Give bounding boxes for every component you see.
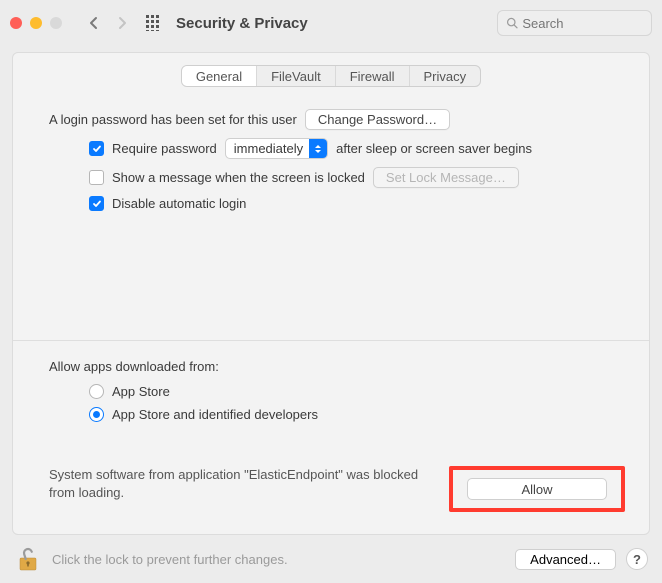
close-window-button[interactable]: [10, 17, 22, 29]
allow-button[interactable]: Allow: [467, 478, 607, 500]
titlebar: Security & Privacy: [0, 0, 662, 46]
zoom-window-button[interactable]: [50, 17, 62, 29]
set-lock-message-button: Set Lock Message…: [373, 167, 519, 188]
radio-app-store[interactable]: [89, 384, 104, 399]
require-password-delay-popup[interactable]: immediately: [225, 138, 328, 159]
login-section: A login password has been set for this u…: [13, 87, 649, 229]
search-field[interactable]: [497, 10, 652, 36]
search-icon: [506, 16, 518, 30]
chevron-updown-icon: [309, 139, 327, 158]
after-sleep-label: after sleep or screen saver begins: [336, 141, 532, 156]
show-message-checkbox[interactable]: [89, 170, 104, 185]
require-password-label: Require password: [112, 141, 217, 156]
download-heading: Allow apps downloaded from:: [49, 359, 613, 374]
tab-filevault[interactable]: FileVault: [257, 66, 336, 86]
allow-highlight: Allow: [449, 466, 625, 512]
preferences-window: Security & Privacy General FileVault Fir…: [0, 0, 662, 583]
tab-bar: General FileVault Firewall Privacy: [13, 53, 649, 87]
content-panel: General FileVault Firewall Privacy A log…: [12, 52, 650, 535]
radio-app-store-identified[interactable]: [89, 407, 104, 422]
show-message-label: Show a message when the screen is locked: [112, 170, 365, 185]
window-title: Security & Privacy: [176, 15, 308, 32]
popup-value: immediately: [234, 141, 303, 156]
radio-app-store-label: App Store: [112, 384, 170, 399]
help-button[interactable]: ?: [626, 548, 648, 570]
back-button[interactable]: [80, 12, 108, 34]
advanced-button[interactable]: Advanced…: [515, 549, 616, 570]
forward-button[interactable]: [108, 12, 136, 34]
footer: Click the lock to prevent further change…: [0, 535, 662, 583]
disable-auto-login-checkbox[interactable]: [89, 196, 104, 211]
require-password-checkbox[interactable]: [89, 141, 104, 156]
tab-privacy[interactable]: Privacy: [410, 66, 481, 86]
blocked-software-row: System software from application "Elasti…: [13, 438, 649, 522]
show-all-button[interactable]: [140, 15, 168, 31]
download-section: Allow apps downloaded from: App Store Ap…: [13, 341, 649, 438]
blocked-software-text: System software from application "Elasti…: [49, 466, 433, 501]
lock-open-icon: [17, 546, 39, 572]
tab-general[interactable]: General: [182, 66, 257, 86]
radio-app-store-identified-label: App Store and identified developers: [112, 407, 318, 422]
change-password-button[interactable]: Change Password…: [305, 109, 450, 130]
minimize-window-button[interactable]: [30, 17, 42, 29]
tab-firewall[interactable]: Firewall: [336, 66, 410, 86]
lock-hint-text: Click the lock to prevent further change…: [52, 552, 505, 567]
lock-button[interactable]: [14, 543, 42, 575]
window-controls: [10, 17, 62, 29]
login-password-label: A login password has been set for this u…: [49, 112, 297, 127]
disable-auto-login-label: Disable automatic login: [112, 196, 246, 211]
search-input[interactable]: [522, 16, 643, 31]
